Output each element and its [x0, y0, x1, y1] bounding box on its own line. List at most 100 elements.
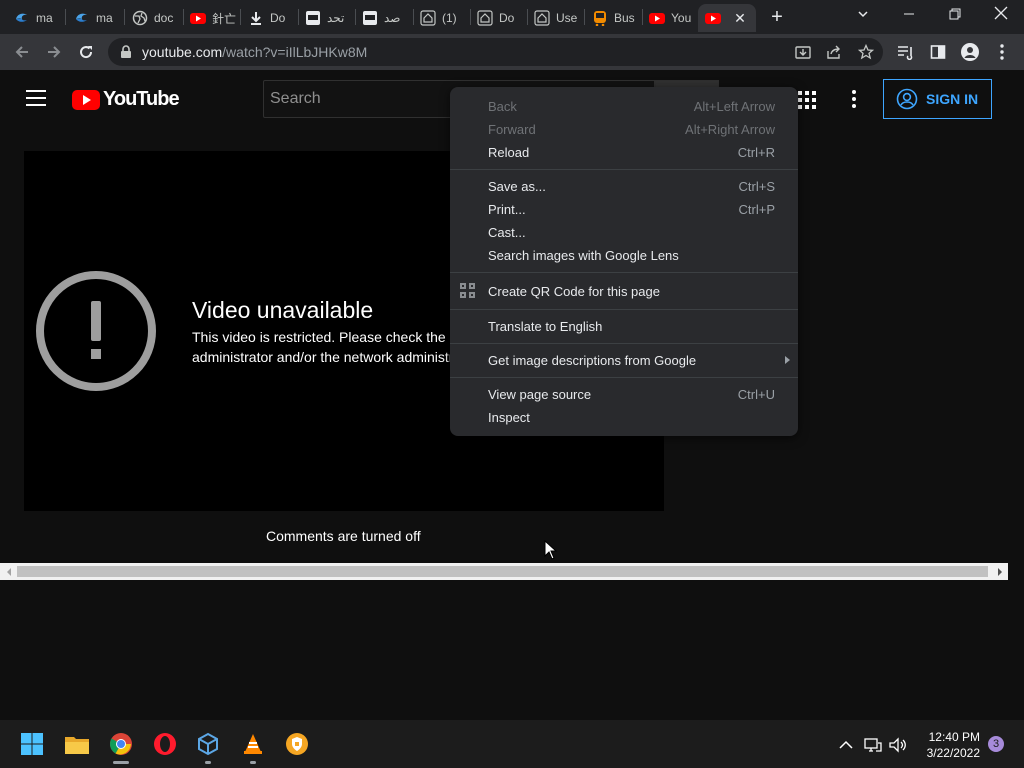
system-clock[interactable]: 12:40 PM 3/22/2022	[918, 729, 980, 761]
browser-tab[interactable]: تحد	[305, 4, 351, 32]
back-arrow-icon[interactable]	[10, 40, 34, 64]
menu-divider	[450, 377, 798, 378]
tab-title: Use	[556, 11, 578, 25]
address-bar[interactable]: youtube.com/watch?v=iIlLbJHKw8M	[108, 38, 883, 66]
account-circle-icon	[896, 88, 918, 110]
menu-item-qr-code[interactable]: Create QR Code for this page	[450, 278, 798, 304]
menu-divider	[450, 169, 798, 170]
browser-tab[interactable]: (1)	[420, 4, 466, 32]
browser-tab[interactable]: 針亡	[190, 4, 236, 32]
menu-item-label: Forward	[488, 122, 536, 137]
close-tab-icon[interactable]: ✕	[732, 10, 748, 26]
youtube-logo[interactable]: YouTube	[72, 88, 180, 111]
menu-item-label: Search images with Google Lens	[488, 248, 679, 263]
menu-item-label: Reload	[488, 145, 530, 160]
minimize-icon[interactable]	[886, 0, 932, 30]
virtualbox-icon[interactable]	[194, 730, 222, 764]
horizontal-scrollbar[interactable]	[0, 563, 1008, 580]
browser-tab[interactable]: Use	[534, 4, 580, 32]
browser-tab[interactable]: You	[649, 4, 695, 32]
chrome-icon[interactable]	[107, 730, 135, 764]
menu-item-back[interactable]: Back Alt+Left Arrow	[450, 95, 798, 118]
warning-exclamation-icon	[36, 271, 156, 391]
restore-icon[interactable]	[932, 0, 978, 30]
settings-more-icon[interactable]	[852, 90, 856, 108]
scrollbar-thumb[interactable]	[17, 566, 988, 577]
scroll-right-arrow-icon[interactable]	[991, 563, 1008, 580]
menu-item-cast[interactable]: Cast...	[450, 221, 798, 244]
menu-item-shortcut: Alt+Right Arrow	[685, 122, 775, 137]
apps-grid-icon[interactable]	[798, 91, 816, 109]
media-queue-icon[interactable]	[894, 40, 918, 64]
menu-item-inspect[interactable]: Inspect	[450, 406, 798, 429]
profile-avatar-icon[interactable]	[958, 40, 982, 64]
bus-icon	[592, 10, 608, 26]
notification-badge[interactable]: 3	[988, 736, 1004, 752]
install-app-icon[interactable]	[794, 43, 812, 61]
menu-item-label: Back	[488, 99, 517, 114]
close-window-icon[interactable]	[978, 0, 1024, 30]
windows-taskbar: 12:40 PM 3/22/2022	[0, 720, 1024, 768]
scroll-left-arrow-icon[interactable]	[0, 563, 17, 580]
volume-icon[interactable]	[889, 736, 907, 754]
tab-title: You	[671, 11, 692, 25]
menu-item-shortcut: Ctrl+P	[738, 202, 775, 217]
url-path: /watch?v=iIlLbJHKw8M	[222, 44, 368, 60]
vlc-icon[interactable]	[239, 730, 267, 764]
browser-tab[interactable]: ma	[14, 4, 60, 32]
reload-icon[interactable]	[74, 40, 98, 64]
browser-tab[interactable]: Do	[477, 4, 523, 32]
bookmark-star-icon[interactable]	[857, 43, 875, 61]
tray-overflow-chevron-icon[interactable]	[837, 736, 855, 754]
home-icon	[477, 10, 493, 26]
sign-in-button[interactable]: SIGN IN	[883, 79, 992, 119]
tab-title: Do	[270, 11, 286, 25]
menu-item-reload[interactable]: Reload Ctrl+R	[450, 141, 798, 164]
app-icon	[305, 10, 321, 26]
browser-tab[interactable]: Do	[248, 4, 294, 32]
home-icon	[534, 10, 550, 26]
youtube-icon	[705, 10, 721, 26]
tab-title: doc	[154, 11, 174, 25]
start-icon[interactable]	[18, 730, 46, 758]
tab-title: ma	[36, 11, 53, 25]
tab-title: (1)	[442, 11, 457, 25]
menu-item-label: Save as...	[488, 179, 546, 194]
side-panel-icon[interactable]	[926, 40, 950, 64]
menu-item-label: Get image descriptions from Google	[488, 353, 697, 368]
forward-arrow-icon[interactable]	[42, 40, 66, 64]
menu-item-label: Translate to English	[488, 319, 603, 334]
edge-blue-icon	[74, 10, 90, 26]
network-icon[interactable]	[864, 736, 882, 754]
browser-tab-active[interactable]: ✕	[698, 4, 756, 32]
tab-title: صد	[384, 11, 401, 25]
browser-tab[interactable]: doc	[132, 4, 178, 32]
new-tab-button[interactable]: +	[766, 6, 788, 28]
tab-search-icon[interactable]	[840, 0, 886, 30]
menu-item-label: Create QR Code for this page	[488, 284, 660, 299]
file-explorer-icon[interactable]	[63, 730, 91, 758]
menu-item-save-as[interactable]: Save as... Ctrl+S	[450, 175, 798, 198]
menu-divider	[450, 309, 798, 310]
menu-item-image-descriptions[interactable]: Get image descriptions from Google	[450, 349, 798, 372]
hamburger-menu-icon[interactable]	[26, 90, 46, 106]
edge-blue-icon	[14, 10, 30, 26]
menu-item-print[interactable]: Print... Ctrl+P	[450, 198, 798, 221]
browser-tab[interactable]: Bus	[592, 4, 638, 32]
menu-item-forward[interactable]: Forward Alt+Right Arrow	[450, 118, 798, 141]
browser-tab[interactable]: صد	[362, 4, 408, 32]
browser-tab[interactable]: ma	[74, 4, 120, 32]
share-icon[interactable]	[825, 43, 843, 61]
vpn-shield-icon[interactable]	[283, 730, 311, 758]
search-placeholder: Search	[270, 90, 321, 107]
lock-icon[interactable]	[120, 45, 132, 64]
chrome-menu-icon[interactable]	[990, 40, 1014, 64]
error-title: Video unavailable	[192, 297, 374, 323]
menu-item-google-lens[interactable]: Search images with Google Lens	[450, 244, 798, 267]
menu-item-label: View page source	[488, 387, 592, 402]
menu-item-view-source[interactable]: View page source Ctrl+U	[450, 383, 798, 406]
menu-item-translate[interactable]: Translate to English	[450, 315, 798, 338]
opera-icon[interactable]	[151, 730, 179, 758]
youtube-play-icon	[72, 89, 100, 110]
youtube-wordmark: YouTube	[103, 88, 180, 110]
